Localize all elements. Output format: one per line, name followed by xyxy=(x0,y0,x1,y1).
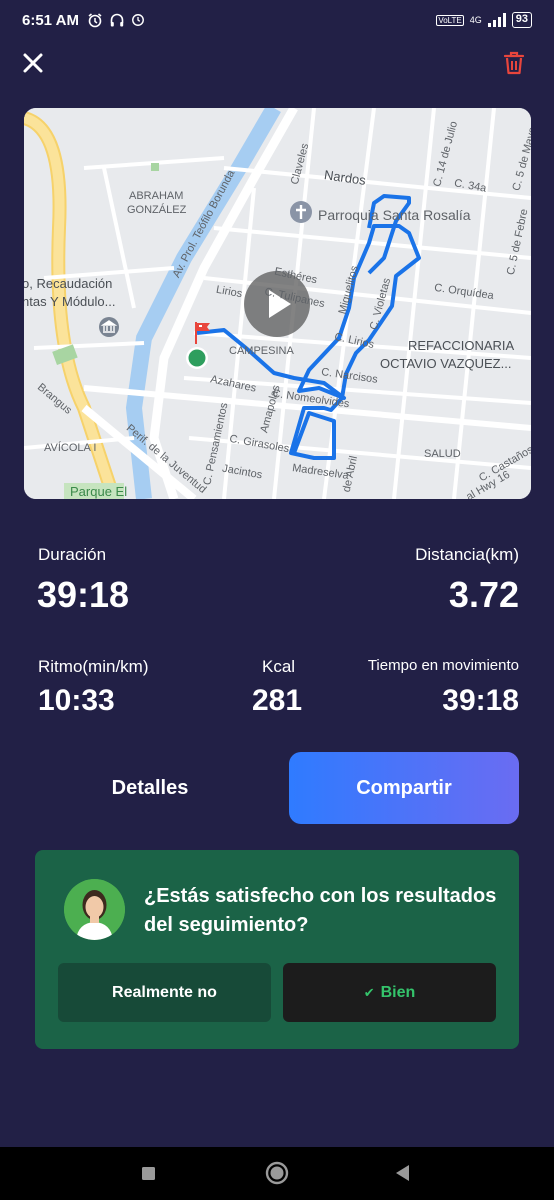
status-icons-left xyxy=(87,12,145,28)
map-label: SALUD xyxy=(424,448,461,460)
museum-icon xyxy=(99,317,119,337)
map-label: o, Recaudación xyxy=(24,276,113,291)
map-label: AVÍCOLA I xyxy=(44,442,97,454)
feedback-question: ¿Estás satisfecho con los resultados del… xyxy=(144,885,497,936)
status-time: 6:51 AM xyxy=(22,11,79,29)
status-bar: 6:51 AM VoLTE 4G 93 xyxy=(0,0,554,40)
map-label: ABRAHAM xyxy=(129,190,184,202)
pace-value: 10:33 xyxy=(38,684,115,717)
feedback-no-button[interactable]: Realmente no xyxy=(58,963,271,1022)
status-icons-right: VoLTE 4G 93 xyxy=(436,12,532,28)
finish-flag-icon xyxy=(195,322,210,344)
avatar xyxy=(64,879,125,940)
home-icon[interactable] xyxy=(265,1161,289,1185)
signal-icon xyxy=(487,13,506,27)
share-button[interactable]: Compartir xyxy=(289,752,519,824)
duration-label: Duración xyxy=(38,545,107,564)
map-label: Parque El xyxy=(70,484,128,499)
pace-label: Ritmo(min/km) xyxy=(38,657,149,676)
duration-value: 39:18 xyxy=(37,574,130,615)
headphones-icon xyxy=(110,13,124,27)
kcal-value: 281 xyxy=(252,684,303,717)
delete-button[interactable] xyxy=(500,48,528,78)
map-label: REFACCIONARIA xyxy=(408,338,515,353)
church-icon xyxy=(290,201,312,223)
check-icon: ✔ xyxy=(363,984,375,1000)
trash-icon xyxy=(503,51,525,75)
recents-icon[interactable] xyxy=(141,1166,156,1181)
distance-label: Distancia(km) xyxy=(415,545,519,564)
close-button[interactable] xyxy=(18,48,48,78)
details-button[interactable]: Detalles xyxy=(40,752,260,824)
map-label: GONZÁLEZ xyxy=(127,204,187,216)
back-icon[interactable] xyxy=(394,1164,410,1182)
battery-indicator: 93 xyxy=(511,12,532,28)
avatar-image xyxy=(64,879,125,940)
clock-icon xyxy=(132,14,144,26)
top-bar xyxy=(0,44,554,84)
network-type: 4G xyxy=(469,15,482,25)
moving-time-label: Tiempo en movimiento xyxy=(367,657,519,674)
map-label: CAMPESINA xyxy=(229,345,294,357)
system-nav-bar xyxy=(0,1147,554,1200)
alarm-icon xyxy=(88,13,102,28)
route-map[interactable]: Claveles Nardos C. 14 de Julio C. 34a C.… xyxy=(24,108,531,499)
map-label: ntas Y Módulo... xyxy=(24,294,116,309)
feedback-yes-button[interactable]: ✔ Bien xyxy=(283,963,496,1022)
feedback-yes-label: Bien xyxy=(380,983,416,1001)
moving-time-value: 39:18 xyxy=(442,684,519,717)
feedback-card: ¿Estás satisfecho con los resultados del… xyxy=(35,850,519,1049)
start-marker-icon xyxy=(186,347,208,369)
map-label: Parroquia Santa Rosalía xyxy=(318,207,471,223)
map-label: OCTAVIO VAZQUEZ... xyxy=(380,356,512,371)
volte-badge: VoLTE xyxy=(436,14,464,26)
distance-value: 3.72 xyxy=(448,574,519,615)
close-icon xyxy=(23,53,43,73)
kcal-label: Kcal xyxy=(262,657,296,676)
